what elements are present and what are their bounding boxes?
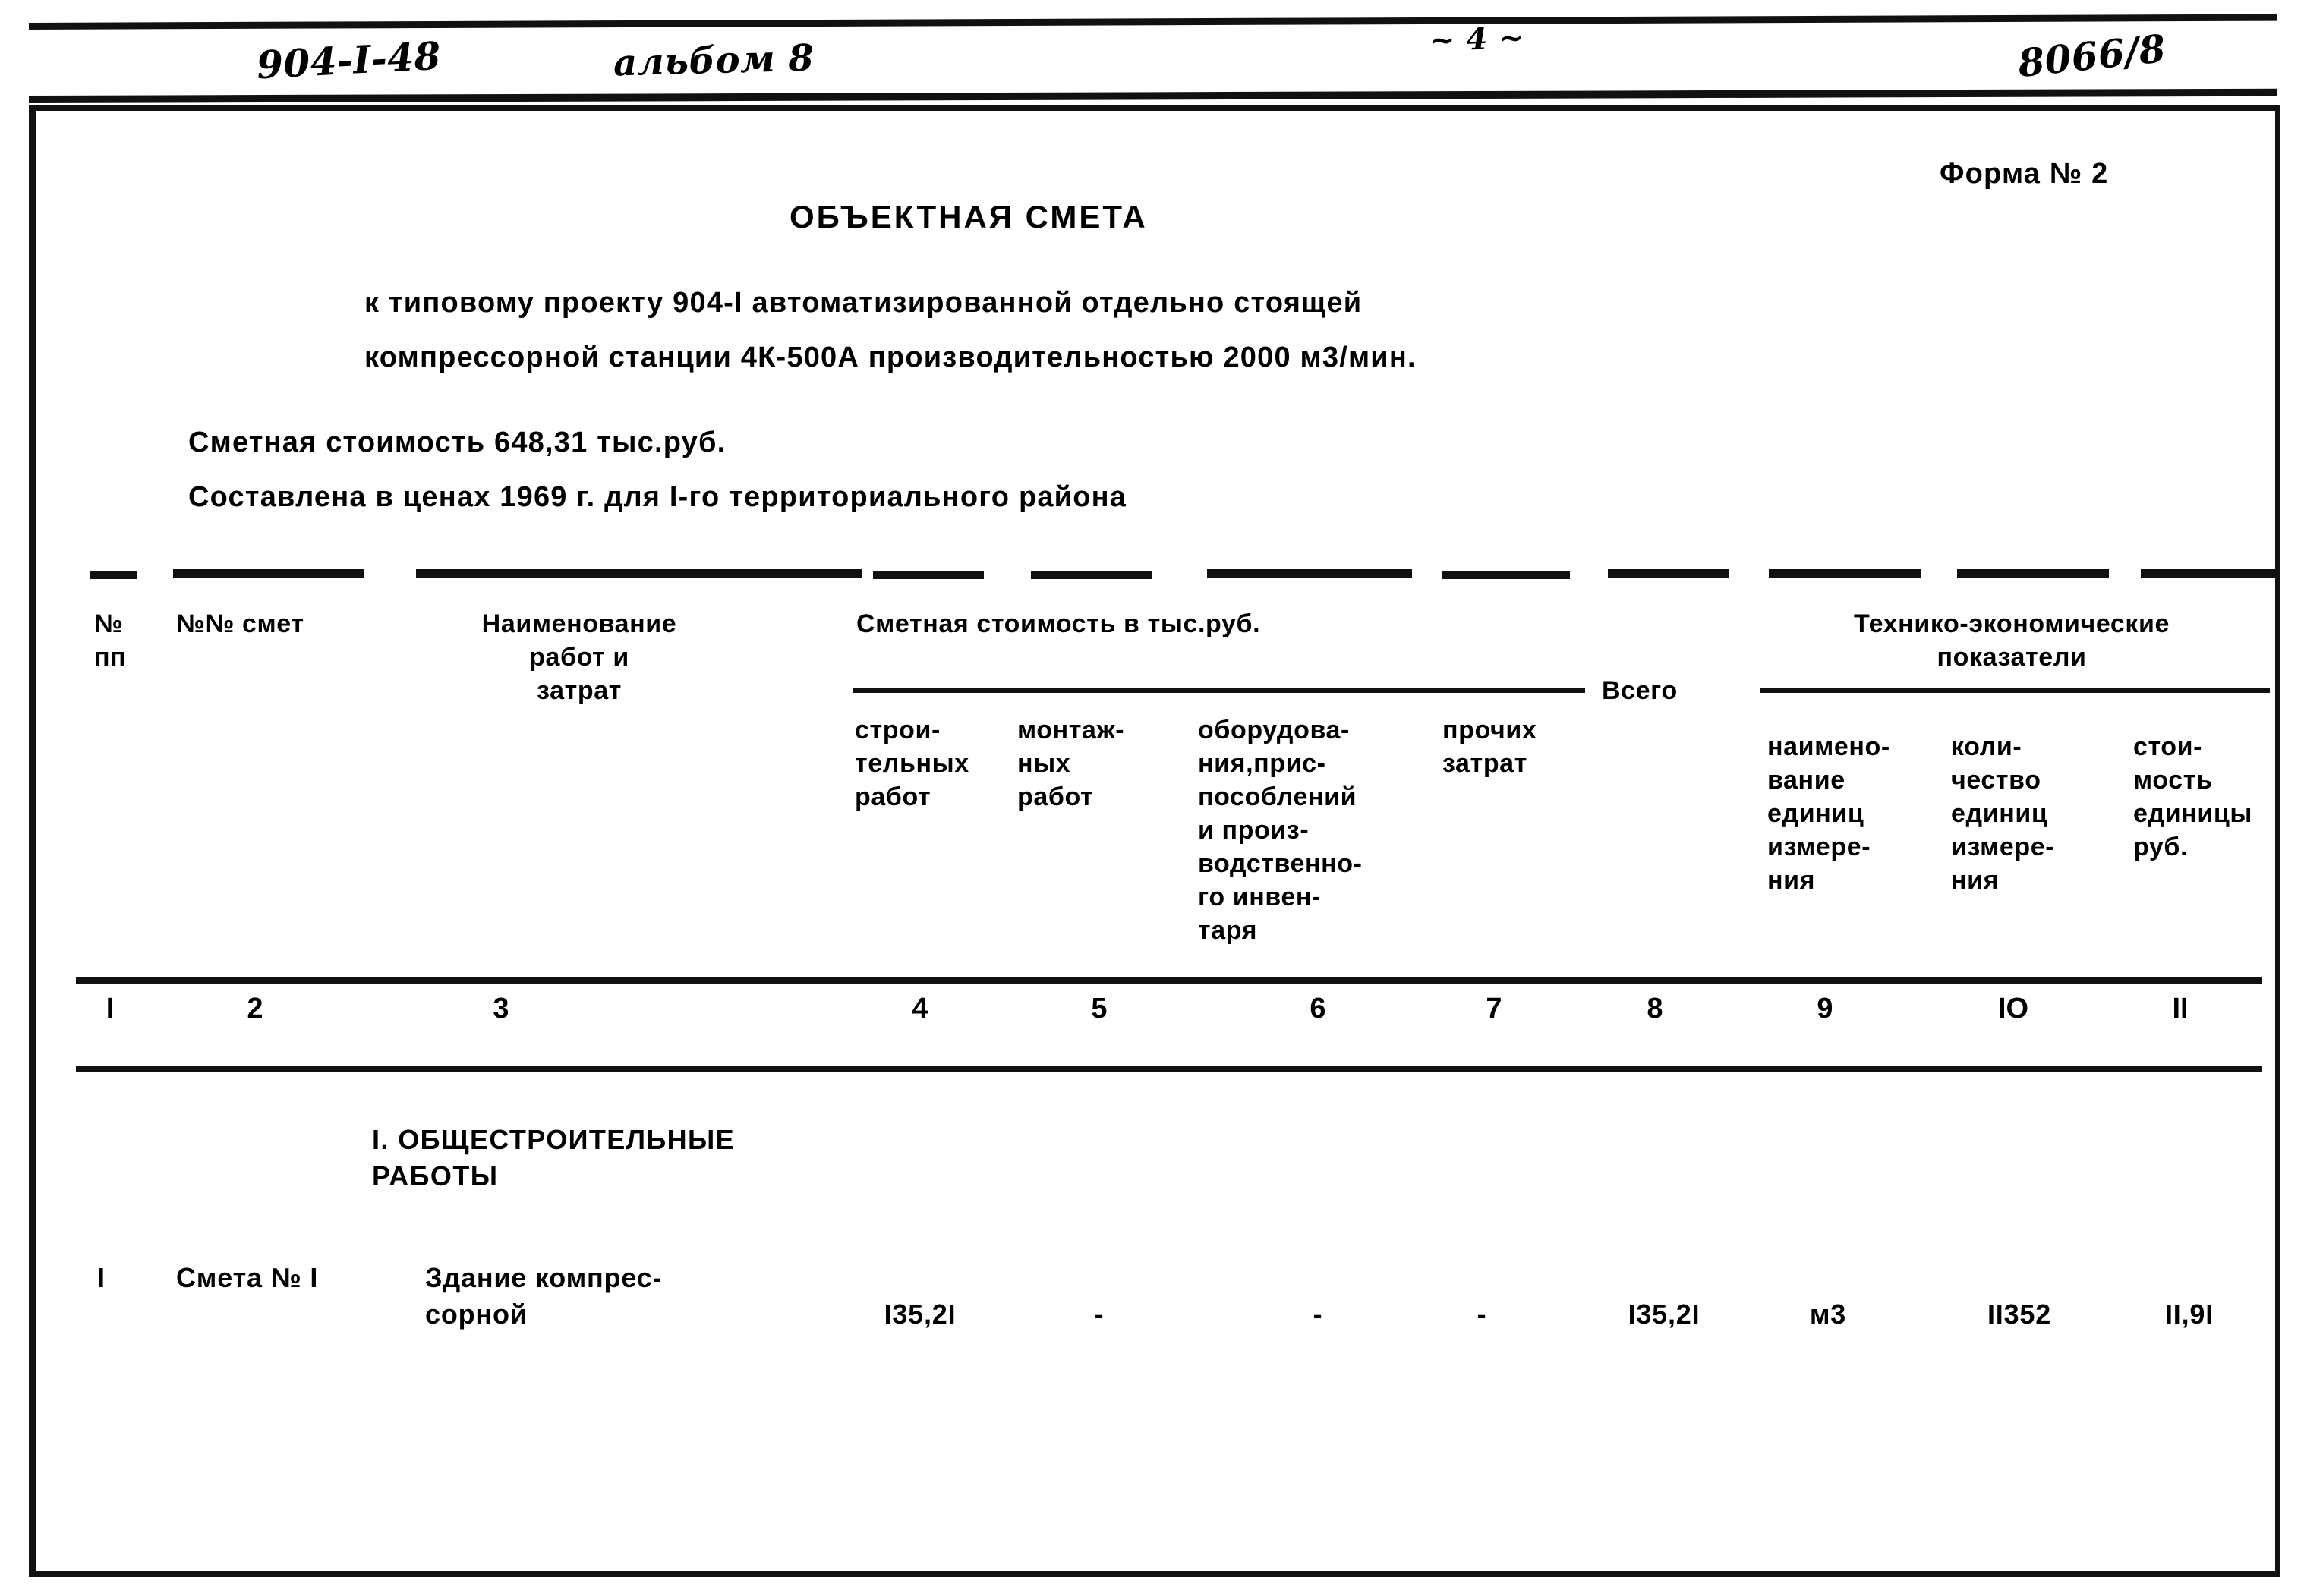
cost-group-underline — [853, 688, 1585, 693]
header-col-11: стои- мость единицы руб. — [2133, 732, 2252, 861]
total-cost-line: Сметная стоимость 648,31 тыс.руб. — [188, 427, 727, 458]
row-estimate-no: Смета № I — [176, 1262, 319, 1293]
header-bottom-rule — [76, 977, 2262, 984]
header-col-3: Наименование работ и затрат — [481, 609, 677, 705]
document-frame — [29, 105, 2280, 1577]
column-number-2: 2 — [247, 993, 263, 1025]
header-group-cost: Сметная стоимость в тыс.руб. — [856, 609, 1261, 638]
column-number-11: II — [2172, 993, 2189, 1025]
handwritten-project-code: 904-I-48 — [255, 33, 443, 88]
column-number-9: 9 — [1817, 993, 1833, 1025]
header-col-4: строи- тельных работ — [855, 716, 969, 811]
header-col-8: Всего — [1602, 676, 1678, 705]
row-number: I — [97, 1262, 106, 1293]
column-number-1: I — [106, 993, 115, 1025]
price-basis-line: Составлена в ценах 1969 г. для I-го терр… — [188, 481, 1127, 513]
handwritten-page-number: ~ 4 ~ — [1429, 19, 1526, 59]
header-col-7: прочих затрат — [1442, 716, 1537, 778]
row-other-costs: - — [1477, 1299, 1487, 1330]
column-number-5: 5 — [1091, 993, 1108, 1025]
row-installation: - — [1094, 1299, 1105, 1330]
row-work-name: Здание компрес- сорной — [425, 1262, 663, 1330]
header-col-5: монтаж- ных работ — [1017, 716, 1125, 811]
header-col-6: оборудова- ния,прис- пособлений и произ-… — [1198, 716, 1363, 945]
header-group-tech: Технико-экономические показатели — [1853, 609, 2170, 672]
row-total: I35,2I — [1628, 1299, 1700, 1330]
column-number-8: 8 — [1647, 993, 1663, 1025]
row-equipment: - — [1313, 1299, 1323, 1330]
form-number-label: Форма № 2 — [1940, 158, 2109, 190]
section-heading-general-construction: I. ОБЩЕСТРОИТЕЛЬНЫЕ РАБОТЫ — [372, 1124, 736, 1191]
header-col-2: №№ смет — [176, 609, 304, 638]
row-construction: I35,2I — [884, 1299, 957, 1330]
handwritten-doc-number: 8066/8 — [2016, 25, 2168, 87]
header-rule-top — [28, 14, 2277, 30]
row-unit-cost: II,9I — [2164, 1299, 2214, 1330]
column-number-7: 7 — [1486, 993, 1502, 1025]
header-rule-bottom — [28, 88, 2278, 103]
column-number-3: 3 — [493, 993, 509, 1025]
subtitle-line-2: компрессорной станции 4К-500А производит… — [364, 342, 1417, 373]
header-col-1: № пп — [94, 609, 127, 672]
document-scan: 904-I-48 альбом 8 ~ 4 ~ 8066/8 Форма № 2… — [0, 0, 2304, 1596]
page-title: ОБЪЕКТНАЯ СМЕТА — [790, 199, 1148, 235]
handwritten-album: альбом 8 — [613, 36, 815, 85]
subtitle-line-1: к типовому проекту 904-I автоматизирован… — [364, 287, 1363, 319]
tech-group-underline — [1760, 688, 2270, 693]
header-col-10: коли- чество единиц измере- ния — [1951, 732, 2055, 895]
column-number-10: IO — [1997, 993, 2029, 1025]
row-unit-name: м3 — [1809, 1299, 1847, 1330]
header-col-9: наимено- вание единиц измере- ния — [1767, 732, 1890, 895]
row-unit-quantity: II352 — [1987, 1299, 2052, 1330]
handwritten-header-strip: 904-I-48 альбом 8 ~ 4 ~ 8066/8 — [28, 14, 2280, 103]
number-row-bottom-rule — [76, 1066, 2262, 1072]
column-number-4: 4 — [912, 993, 928, 1025]
column-number-6: 6 — [1310, 993, 1326, 1025]
